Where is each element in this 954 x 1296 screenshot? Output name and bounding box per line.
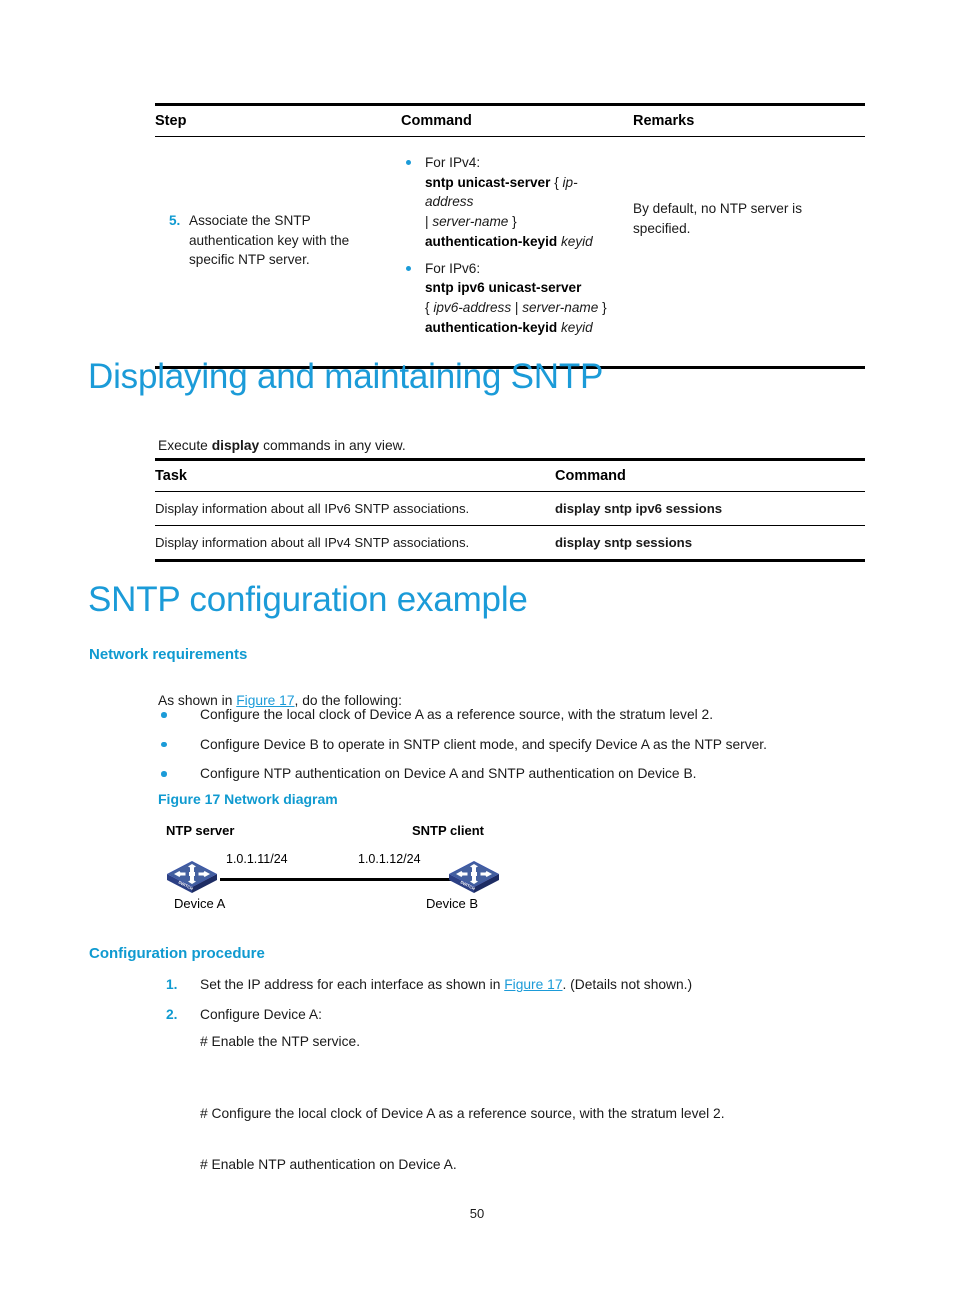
execute-display-text: Execute display commands in any view. bbox=[158, 436, 406, 457]
column-header-step: Step bbox=[155, 103, 401, 137]
command-punct: } bbox=[508, 214, 517, 230]
command-cell: For IPv4: sntp unicast-server { ip-addre… bbox=[401, 136, 633, 370]
step-text-prefix: Set the IP address for each interface as… bbox=[200, 977, 505, 992]
list-item: Configure the local clock of Device A as… bbox=[158, 705, 918, 726]
step-number: 1. bbox=[166, 977, 178, 992]
execute-prefix: Execute bbox=[158, 437, 212, 453]
command-keyword: authentication-keyid bbox=[425, 319, 558, 335]
command-variable: ipv6-address bbox=[433, 299, 512, 315]
command-syntax-line: sntp unicast-server { ip-address bbox=[425, 173, 623, 212]
command-intro-ipv6: For IPv6: bbox=[425, 260, 481, 276]
cli-comment-line: # Configure the local clock of Device A … bbox=[200, 1106, 725, 1121]
step-number: 5. bbox=[169, 213, 181, 228]
page-title-sntp-configuration-example: SNTP configuration example bbox=[88, 580, 528, 619]
table-row: Display information about all IPv4 SNTP … bbox=[155, 525, 865, 563]
diagram-ip-address-right: 1.0.1.12/24 bbox=[358, 852, 421, 866]
step-text-prefix: Configure Device A: bbox=[200, 1006, 322, 1022]
command-keyword: sntp ipv6 unicast-server bbox=[425, 280, 582, 296]
diagram-device-label-a: Device A bbox=[174, 896, 226, 911]
step-description: Associate the SNTP authentication key wi… bbox=[189, 213, 350, 268]
command-bullet-list: For IPv4: sntp unicast-server { ip-addre… bbox=[401, 153, 623, 337]
figure-17-crossref-link[interactable]: Figure 17 bbox=[504, 977, 562, 992]
list-item: Configure NTP authentication on Device A… bbox=[158, 764, 918, 785]
command-variable: server-name bbox=[522, 299, 599, 315]
column-header-remarks: Remarks bbox=[633, 103, 865, 137]
command-punct: { bbox=[550, 174, 563, 190]
command-keyword: authentication-keyid bbox=[425, 233, 558, 249]
network-diagram: NTP server SNTP client 1.0.1.11/24 1.0.1… bbox=[158, 818, 538, 918]
command-variable: keyid bbox=[557, 319, 593, 335]
column-header-task: Task bbox=[155, 458, 555, 492]
step-number: 2. bbox=[166, 1006, 178, 1022]
subheading-configuration-procedure: Configuration procedure bbox=[89, 945, 265, 962]
list-item: Configure Device B to operate in SNTP cl… bbox=[158, 735, 918, 756]
cli-comment-line: # Enable NTP authentication on Device A. bbox=[200, 1157, 457, 1172]
switch-icon: SWITCH bbox=[167, 861, 217, 893]
execute-bold-keyword: display bbox=[211, 437, 260, 453]
list-item: 2. Configure Device A: bbox=[158, 1005, 918, 1026]
table-row: Display information about all IPv6 SNTP … bbox=[155, 491, 865, 527]
remarks-cell: By default, no NTP server is specified. bbox=[633, 136, 865, 370]
table-row: 5. Associate the SNTP authentication key… bbox=[155, 136, 865, 370]
diagram-label-ntp-server: NTP server bbox=[166, 823, 235, 838]
switch-icon: SWITCH bbox=[449, 861, 499, 893]
command-keyword: sntp unicast-server bbox=[425, 174, 551, 190]
command-item-ipv6: For IPv6: sntp ipv6 unicast-server { ipv… bbox=[401, 259, 623, 338]
command-variable: server-name bbox=[432, 214, 509, 230]
page-title-displaying-maintaining: Displaying and maintaining SNTP bbox=[88, 357, 604, 396]
subheading-network-requirements: Network requirements bbox=[89, 646, 248, 663]
task-command: display sntp ipv6 sessions bbox=[555, 491, 865, 527]
command-syntax-line: sntp ipv6 unicast-server bbox=[425, 278, 623, 298]
command-intro-ipv4: For IPv4: bbox=[425, 155, 481, 170]
command-variable: keyid bbox=[557, 233, 593, 249]
table-header-row: Task Command bbox=[155, 458, 865, 492]
task-description: Display information about all IPv4 SNTP … bbox=[155, 525, 555, 563]
list-item: 1. Set the IP address for each interface … bbox=[158, 975, 918, 996]
task-description: Display information about all IPv6 SNTP … bbox=[155, 491, 555, 527]
command-syntax-line: authentication-keyid keyid bbox=[425, 232, 623, 252]
diagram-ip-address-left: 1.0.1.11/24 bbox=[226, 852, 288, 866]
page-number: 50 bbox=[469, 1206, 485, 1221]
command-syntax-line: authentication-keyid keyid bbox=[425, 318, 623, 338]
figure-caption: Figure 17 Network diagram bbox=[158, 791, 338, 807]
task-command-table: Task Command Display information about a… bbox=[155, 458, 865, 563]
document-page: Step Command Remarks 5. Associate the SN… bbox=[0, 0, 954, 1296]
execute-suffix: commands in any view. bbox=[259, 437, 406, 453]
task-command: display sntp sessions bbox=[555, 525, 865, 563]
command-punct: | bbox=[511, 299, 523, 315]
table-header-row: Step Command Remarks bbox=[155, 103, 865, 137]
command-syntax-line: | server-name } bbox=[425, 212, 623, 232]
diagram-label-sntp-client: SNTP client bbox=[412, 823, 485, 838]
diagram-connection-line bbox=[220, 878, 452, 881]
command-item-ipv4: For IPv4: sntp unicast-server { ip-addre… bbox=[401, 153, 623, 252]
step-command-remarks-table: Step Command Remarks 5. Associate the SN… bbox=[155, 103, 865, 370]
step-text-suffix: . (Details not shown.) bbox=[562, 977, 693, 992]
network-requirements-list: Configure the local clock of Device A as… bbox=[158, 705, 918, 794]
configuration-procedure-list: 1. Set the IP address for each interface … bbox=[158, 975, 918, 1034]
cli-comment-line: # Enable the NTP service. bbox=[200, 1034, 361, 1049]
step-cell: 5. Associate the SNTP authentication key… bbox=[155, 136, 401, 370]
command-punct: } bbox=[598, 299, 607, 315]
column-header-command: Command bbox=[401, 103, 633, 137]
command-syntax-line: { ipv6-address | server-name } bbox=[425, 298, 623, 318]
column-header-command: Command bbox=[555, 458, 865, 492]
diagram-device-label-b: Device B bbox=[426, 896, 479, 911]
